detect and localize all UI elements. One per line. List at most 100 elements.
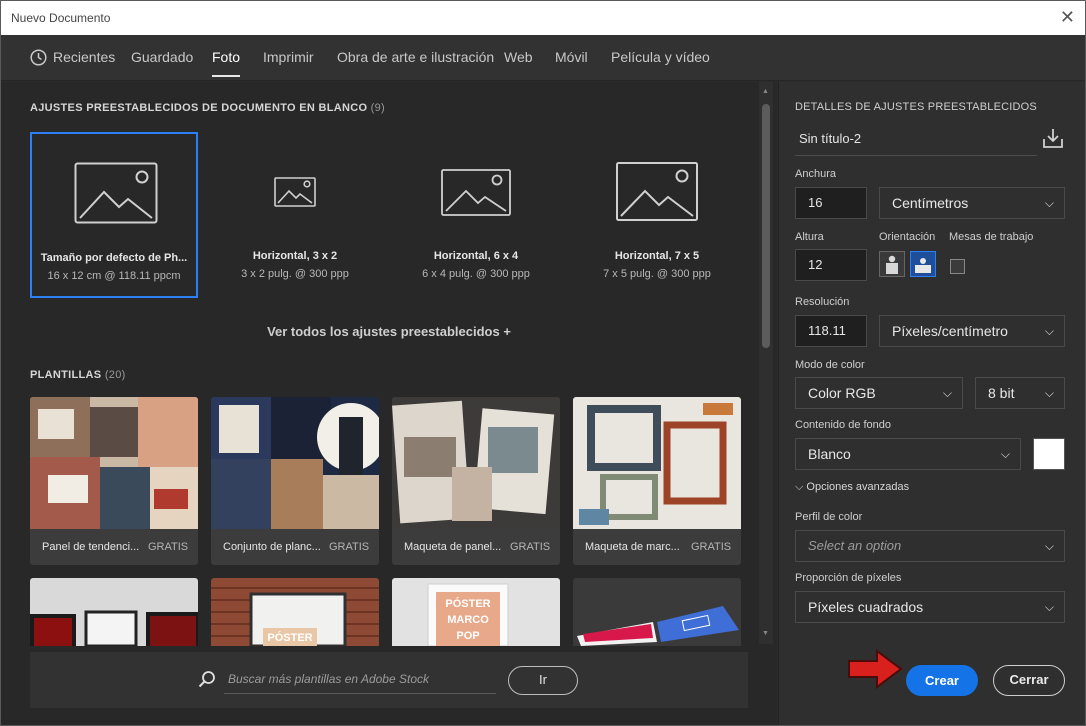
chevron-down-icon: ⌵: [1044, 196, 1054, 210]
tab-recientes[interactable]: Recientes: [53, 49, 115, 65]
new-document-dialog: Nuevo Documento ✕ Recientes Guardado Fot…: [0, 0, 1086, 726]
width-unit-dropdown[interactable]: Centímetros ⌵: [879, 187, 1065, 219]
tab-web[interactable]: Web: [504, 49, 533, 65]
template-name: Panel de tendenci...: [42, 541, 140, 553]
width-field[interactable]: 16: [795, 187, 867, 219]
presets-scrollbar[interactable]: ▲ ▼: [759, 82, 773, 644]
landscape-orientation-button[interactable]: [910, 251, 936, 277]
pixel-aspect-dropdown[interactable]: Píxeles cuadrados ⌵: [795, 591, 1065, 623]
template-card-maqueta-marcos[interactable]: Maqueta de marc... GRATIS: [573, 397, 741, 565]
search-go-button[interactable]: Ir: [508, 666, 578, 695]
template-card-partial[interactable]: [573, 578, 741, 646]
tab-obra-de-arte[interactable]: Obra de arte e ilustración: [337, 49, 494, 65]
close-button[interactable]: Cerrar: [993, 665, 1065, 696]
scroll-up-icon[interactable]: ▲: [762, 88, 769, 95]
template-card-partial[interactable]: PÓSTER: [211, 578, 379, 646]
preset-size: 16 x 12 cm @ 118.11 ppcm: [47, 270, 181, 282]
color-mode-dropdown[interactable]: Color RGB ⌵: [795, 377, 963, 409]
preset-name: Horizontal, 6 x 4: [433, 250, 519, 262]
tab-movil[interactable]: Móvil: [555, 49, 588, 65]
tab-imprimir[interactable]: Imprimir: [263, 49, 314, 65]
preset-card-6x4[interactable]: Horizontal, 6 x 4 6 x 4 pulg. @ 300 ppp: [392, 132, 560, 298]
preset-size: 3 x 2 pulg. @ 300 ppp: [241, 268, 349, 280]
background-dropdown[interactable]: Blanco ⌵: [795, 438, 1021, 470]
template-thumbnail: [30, 397, 198, 529]
arrow-pointer-icon: [848, 649, 903, 689]
color-mode-value: Color RGB: [808, 385, 876, 401]
resolution-label: Resolución: [795, 296, 850, 308]
templates-heading: PLANTILLAS (20): [30, 369, 126, 381]
bit-depth-dropdown[interactable]: 8 bit ⌵: [975, 377, 1065, 409]
template-card-panel-tendencias[interactable]: Panel de tendenci... GRATIS: [30, 397, 198, 565]
template-thumbnail: PÓSTER MARCO POP: [392, 578, 560, 646]
template-caption: Panel de tendenci... GRATIS: [30, 529, 198, 565]
pixel-aspect-label: Proporción de píxeles: [795, 572, 902, 584]
preset-name: Horizontal, 3 x 2: [252, 250, 338, 262]
tab-foto[interactable]: Foto: [212, 49, 241, 77]
tab-guardado[interactable]: Guardado: [131, 49, 193, 65]
advanced-options-toggle[interactable]: ⌵ Opciones avanzadas: [795, 481, 909, 494]
title-bar: Nuevo Documento ✕: [1, 1, 1085, 35]
preset-card-7x5[interactable]: Horizontal, 7 x 5 7 x 5 pulg. @ 300 ppp: [573, 132, 741, 298]
artboards-label: Mesas de trabajo: [949, 231, 1034, 243]
pixel-aspect-value: Píxeles cuadrados: [808, 599, 924, 615]
color-profile-dropdown[interactable]: Select an option ⌵: [795, 530, 1065, 562]
template-card-partial[interactable]: PÓSTER MARCO POP: [392, 578, 560, 646]
template-card-conjunto-planchas[interactable]: Conjunto de planc... GRATIS: [211, 397, 379, 565]
svg-text:MARCO: MARCO: [447, 614, 489, 626]
view-all-presets-link[interactable]: Ver todos los ajustes preestablecidos +: [1, 324, 777, 339]
document-name-field[interactable]: Sin título-2: [795, 126, 1037, 156]
scroll-down-icon[interactable]: ▼: [762, 630, 769, 637]
color-profile-value: Select an option: [808, 538, 902, 553]
chevron-down-icon: ⌵: [1000, 447, 1010, 461]
height-field[interactable]: 12: [795, 249, 867, 281]
image-placeholder-icon: [616, 162, 698, 221]
scrollbar-thumb[interactable]: [762, 104, 770, 348]
resolution-field[interactable]: 118.11: [795, 315, 867, 347]
resolution-unit-dropdown[interactable]: Píxeles/centímetro ⌵: [879, 315, 1065, 347]
portrait-orientation-button[interactable]: [879, 251, 905, 277]
artboards-checkbox[interactable]: [950, 259, 965, 274]
template-caption: Maqueta de marc... GRATIS: [573, 529, 741, 565]
search-icon: [198, 671, 215, 688]
bit-depth-value: 8 bit: [988, 385, 1015, 401]
save-preset-icon[interactable]: [1042, 127, 1064, 149]
chevron-down-icon: ⌵: [1044, 539, 1054, 553]
template-card-partial[interactable]: [30, 578, 198, 646]
color-mode-label: Modo de color: [795, 359, 865, 371]
category-tabs: Recientes Guardado Foto Imprimir Obra de…: [1, 35, 1085, 81]
create-button[interactable]: Crear: [906, 665, 978, 696]
template-name: Maqueta de marc...: [585, 541, 680, 553]
landscape-icon: [915, 258, 931, 273]
close-icon[interactable]: ✕: [1060, 7, 1075, 28]
background-color-swatch[interactable]: [1033, 438, 1065, 470]
chevron-down-icon: ⌵: [1044, 386, 1054, 400]
presets-heading: AJUSTES PREESTABLECIDOS DE DOCUMENTO EN …: [30, 102, 386, 114]
stock-search-input[interactable]: [224, 664, 496, 694]
chevron-down-icon: ⌵: [942, 386, 952, 400]
template-card-maqueta-panel[interactable]: Maqueta de panel... GRATIS: [392, 397, 560, 565]
free-badge: GRATIS: [148, 541, 189, 553]
preset-card-3x2[interactable]: Horizontal, 3 x 2 3 x 2 pulg. @ 300 ppp: [211, 132, 379, 298]
template-name: Conjunto de planc...: [223, 541, 321, 553]
chevron-down-icon: ⌵: [795, 481, 804, 493]
clock-icon: [30, 49, 47, 66]
preset-size: 6 x 4 pulg. @ 300 ppp: [422, 268, 530, 280]
preset-size: 7 x 5 pulg. @ 300 ppp: [603, 268, 711, 280]
preset-card-default[interactable]: Tamaño por defecto de Ph... 16 x 12 cm @…: [30, 132, 198, 298]
resolution-unit-value: Píxeles/centímetro: [892, 323, 1008, 339]
template-thumbnail: PÓSTER: [211, 578, 379, 646]
presets-panel: AJUSTES PREESTABLECIDOS DE DOCUMENTO EN …: [1, 82, 777, 725]
template-thumbnail: [211, 397, 379, 529]
free-badge: GRATIS: [691, 541, 732, 553]
svg-text:POP: POP: [456, 630, 479, 642]
template-thumbnail: [30, 578, 198, 646]
template-caption: Maqueta de panel... GRATIS: [392, 529, 560, 565]
width-unit-value: Centímetros: [892, 195, 969, 211]
color-profile-label: Perfil de color: [795, 511, 863, 523]
orientation-label: Orientación: [879, 231, 936, 243]
portrait-icon: [886, 255, 898, 274]
tab-pelicula-video[interactable]: Película y vídeo: [611, 49, 710, 65]
background-label: Contenido de fondo: [795, 419, 892, 431]
template-thumbnail: [392, 397, 560, 529]
